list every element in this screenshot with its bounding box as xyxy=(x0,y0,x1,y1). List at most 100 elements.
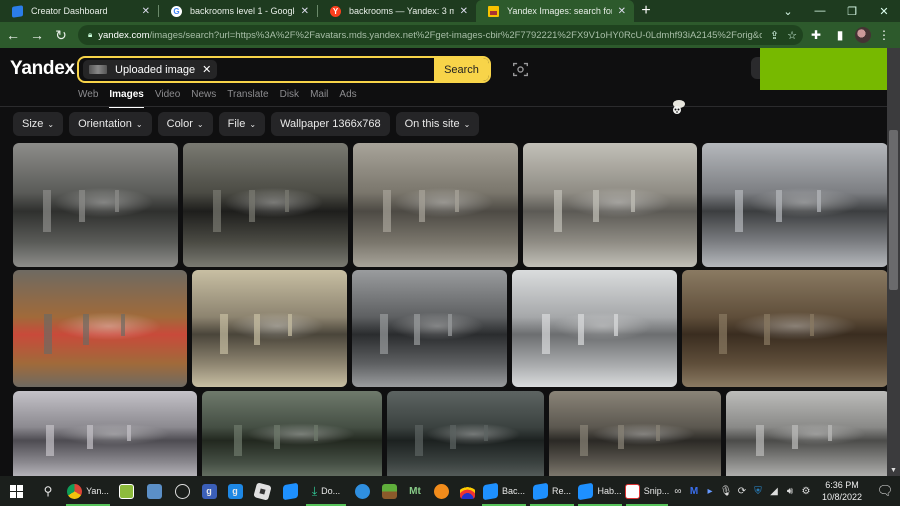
malwarebytes-icon[interactable]: M xyxy=(686,486,702,497)
image-result[interactable] xyxy=(726,391,887,476)
pillar-shape xyxy=(817,190,822,213)
microphone-icon[interactable]: 🎙︎ xyxy=(718,486,734,497)
taskbar-studio-bac[interactable]: Bac... xyxy=(480,476,528,506)
taskbar-roblox-studio[interactable] xyxy=(276,476,304,506)
pillar-shape xyxy=(249,190,255,223)
results-row xyxy=(13,270,887,387)
notifications-icon[interactable]: 🗨︎ xyxy=(870,483,900,499)
link-icon[interactable]: ∞ xyxy=(670,486,686,497)
minimize-icon[interactable]: — xyxy=(804,0,836,22)
search-button[interactable]: Search xyxy=(434,58,489,81)
filter-wallpaper[interactable]: Wallpaper 1366x768 xyxy=(271,112,390,136)
image-result[interactable] xyxy=(523,143,697,267)
volume-icon[interactable]: 🔊︎ xyxy=(782,486,798,497)
taskbar-obs[interactable] xyxy=(168,476,196,506)
page-scrollbar[interactable]: ▼ xyxy=(887,48,900,476)
close-window-icon[interactable]: ✕ xyxy=(868,0,900,22)
restore-icon[interactable]: ❐ xyxy=(836,0,868,22)
taskbar-chrome[interactable]: Yan... xyxy=(64,476,112,506)
taskbar-app-rainbow[interactable] xyxy=(454,476,480,506)
yandex-images-page: Yandex Uploaded image ✕ Search Web Image… xyxy=(0,48,887,476)
reload-icon[interactable]: ↻ xyxy=(50,24,72,46)
pillar-shape xyxy=(115,190,120,213)
chevron-down-icon: ⌄ xyxy=(196,119,204,129)
browser-toolbar: ← → ↻ 🔒︎ yandex.com/images/search?url=ht… xyxy=(0,22,900,48)
tab-search-chevron-icon[interactable]: ⌄ xyxy=(772,0,804,22)
pillar-shape xyxy=(776,190,783,223)
image-result[interactable] xyxy=(549,391,721,476)
taskbar-gmod-2[interactable]: g xyxy=(222,476,248,506)
taskbar-roblox[interactable] xyxy=(248,476,276,506)
image-result[interactable] xyxy=(202,391,382,476)
filter-on-this-site[interactable]: On this site ⌄ xyxy=(395,112,480,136)
scroll-down-arrow-icon[interactable]: ▼ xyxy=(890,467,897,474)
image-result[interactable] xyxy=(702,143,887,267)
camera-search-icon[interactable] xyxy=(512,61,529,78)
sync-icon[interactable]: ⟳ xyxy=(734,486,750,497)
system-clock[interactable]: 6:36 PM 10/8/2022 xyxy=(814,479,870,503)
image-result[interactable] xyxy=(183,143,348,267)
taskbar-studio-re[interactable]: Re... xyxy=(528,476,576,506)
menu-kebab-icon[interactable]: ⋮ xyxy=(873,24,895,46)
taskbar-fl-studio[interactable] xyxy=(428,476,454,506)
new-tab-button[interactable]: + xyxy=(634,0,658,22)
taskbar-snipping-tool[interactable]: Snip... xyxy=(624,476,670,506)
taskbar-gmod-1[interactable]: g xyxy=(196,476,222,506)
filter-orientation[interactable]: Orientation ⌄ xyxy=(69,112,152,136)
chip-label: Uploaded image xyxy=(115,63,196,76)
search-box[interactable]: Uploaded image ✕ Search xyxy=(77,56,491,83)
taskbar-studio-hab[interactable]: Hab... xyxy=(576,476,624,506)
tab-yandex-images[interactable]: Yandex Images: search for similar images… xyxy=(476,0,634,22)
profile-avatar[interactable] xyxy=(855,27,871,43)
play-icon[interactable]: ▸ xyxy=(702,486,718,497)
close-tab-icon[interactable]: ✕ xyxy=(301,6,309,17)
pillar-shape xyxy=(617,425,624,449)
image-result[interactable] xyxy=(353,143,518,267)
overlay-green-block xyxy=(760,48,887,90)
defender-shield-icon[interactable]: ⛨ xyxy=(750,486,766,497)
filter-bar: Size ⌄ Orientation ⌄ Color ⌄ File ⌄ Wallpape… xyxy=(13,112,480,136)
image-result[interactable] xyxy=(682,270,887,387)
uploaded-image-chip[interactable]: Uploaded image ✕ xyxy=(83,60,218,79)
taskbar-app-photos[interactable] xyxy=(140,476,168,506)
image-result[interactable] xyxy=(192,270,347,387)
share-icon[interactable]: ⇪ xyxy=(770,29,779,42)
network-icon[interactable]: ◢ xyxy=(766,486,782,497)
filter-color[interactable]: Color ⌄ xyxy=(157,112,213,136)
address-bar[interactable]: 🔒︎ yandex.com/images/search?url=https%3A… xyxy=(78,25,803,45)
image-result[interactable] xyxy=(352,270,507,387)
taskbar-minecraft[interactable] xyxy=(376,476,402,506)
taskbar-downloads[interactable]: ⤓ Do... xyxy=(304,476,348,506)
close-tab-icon[interactable]: ✕ xyxy=(460,6,468,17)
back-arrow-icon[interactable]: ← xyxy=(2,24,24,46)
tab-creator-dashboard[interactable]: Creator Dashboard ✕ xyxy=(0,0,158,22)
image-result[interactable] xyxy=(13,143,178,267)
settings-gear-icon[interactable]: ⚙ xyxy=(798,486,814,497)
image-result[interactable] xyxy=(13,391,197,476)
remove-image-icon[interactable]: ✕ xyxy=(202,63,211,76)
bookmark-star-icon[interactable]: ☆ xyxy=(787,29,797,42)
side-panel-icon[interactable]: ▮ xyxy=(829,24,851,46)
panda-cursor-icon xyxy=(673,100,685,114)
close-tab-icon[interactable]: ✕ xyxy=(618,6,626,17)
tab-yandex-search[interactable]: Y backrooms — Yandex: 3 million results … xyxy=(318,0,476,22)
rainbow-app-icon xyxy=(459,483,475,499)
taskbar-label: Snip... xyxy=(643,486,670,496)
image-result[interactable] xyxy=(387,391,544,476)
pillar-shape xyxy=(719,314,728,355)
filter-size[interactable]: Size ⌄ xyxy=(13,112,64,136)
tab-google-search[interactable]: G backrooms level 1 - Google Search ✕ xyxy=(159,0,317,22)
taskbar-search-button[interactable]: ⚲ xyxy=(32,476,64,506)
taskbar-app-dragon[interactable] xyxy=(112,476,140,506)
image-result[interactable] xyxy=(13,270,187,387)
forward-arrow-icon[interactable]: → xyxy=(26,24,48,46)
close-tab-icon[interactable]: ✕ xyxy=(142,6,150,17)
yandex-logo[interactable]: Yandex xyxy=(10,58,75,80)
taskbar-app-blue[interactable] xyxy=(348,476,376,506)
filter-file[interactable]: File ⌄ xyxy=(218,112,266,136)
taskbar-app-mt[interactable]: Mt xyxy=(402,476,428,506)
start-button[interactable] xyxy=(0,476,32,506)
extensions-puzzle-icon[interactable]: ✚ xyxy=(805,24,827,46)
image-result[interactable] xyxy=(512,270,677,387)
scrollbar-thumb[interactable] xyxy=(889,130,898,290)
